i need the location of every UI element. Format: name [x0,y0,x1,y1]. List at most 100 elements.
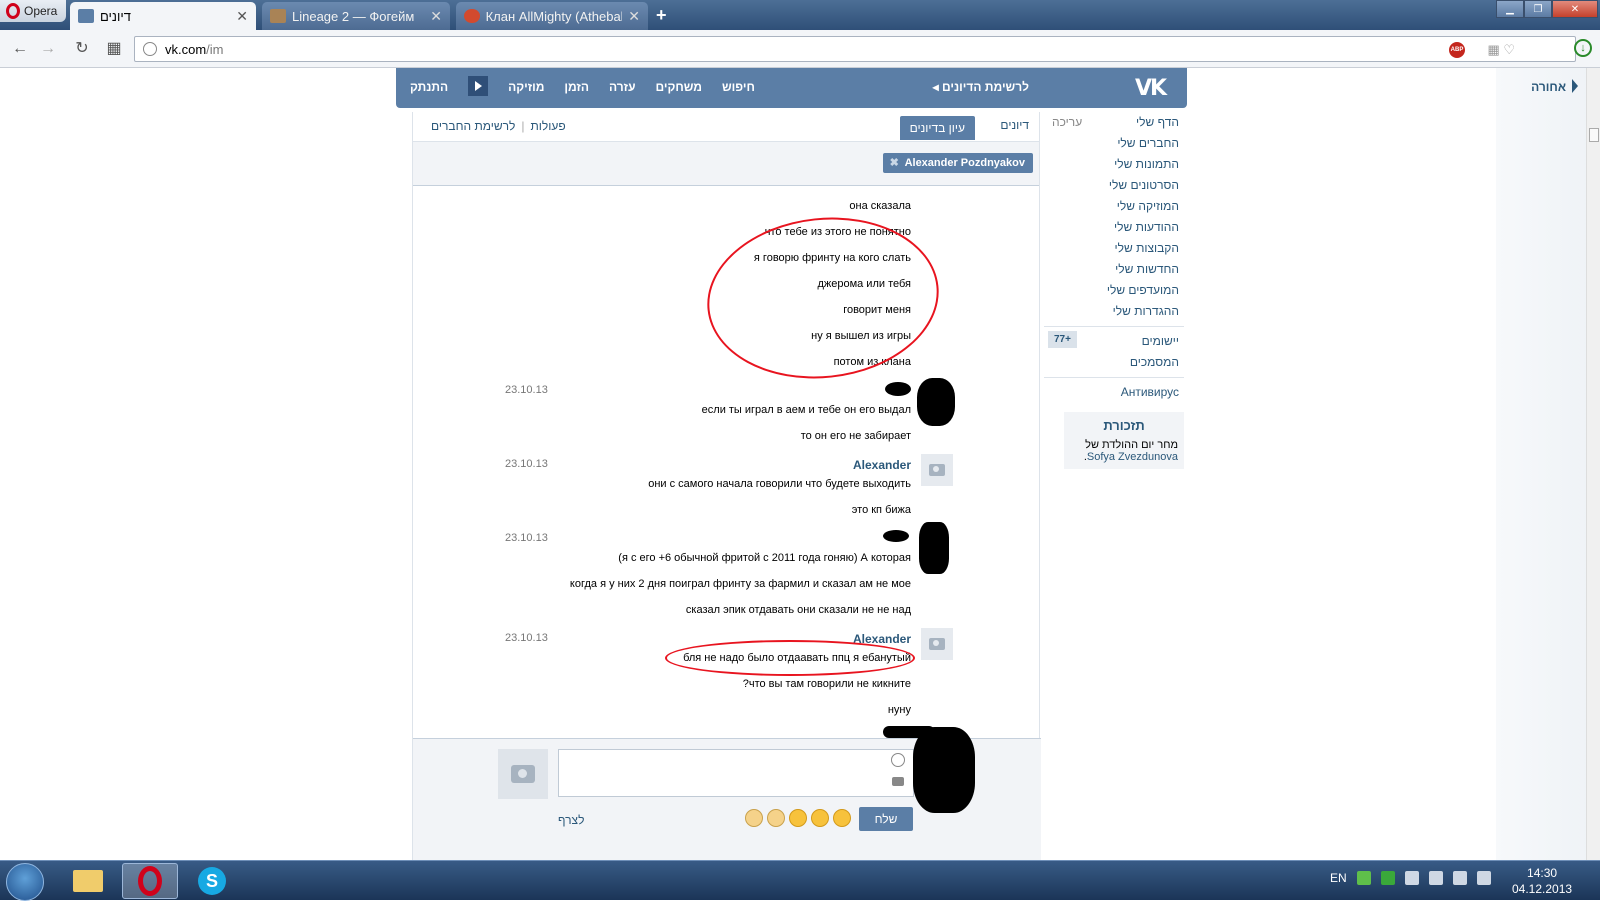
tray-app-icon[interactable] [1356,871,1371,885]
address-field[interactable]: vk.com/im ABP ▦ ♡ [134,36,1576,62]
taskbar-skype[interactable]: S [184,863,240,899]
tab-lineage[interactable]: Lineage 2 — Фогейм ✕ [262,2,450,30]
actions-link[interactable]: פעולות [531,119,566,133]
message-history[interactable]: она сказала что тебе из этого не понятно… [413,186,1041,738]
censor-scribble [917,378,955,426]
sidebar: עריכה הדף שלי החברים שלי התמונות שלי הסר… [1044,112,1184,403]
my-avatar[interactable] [498,749,548,799]
clock-time: 14:30 [1527,866,1558,880]
tired-face-icon[interactable] [789,809,807,827]
clock[interactable]: 14:30 04.12.2013 [1512,865,1572,897]
menu-games[interactable]: משחקים [655,80,702,96]
play-icon[interactable] [468,76,489,96]
reload-icon[interactable]: ↻ [72,39,92,59]
message-line: это кп бижа [851,504,911,516]
taskbar-opera[interactable] [122,863,178,899]
compose-area: שלח לצרף [413,727,1041,862]
network-icon[interactable] [1452,871,1467,885]
menu-search[interactable]: חיפוש [722,80,755,96]
attach-link[interactable]: לצרף [558,813,584,827]
minimize-icon[interactable]: ▁ [1496,0,1524,18]
message-line: они с самого начала говорили что будете … [648,478,911,490]
close-tab-icon[interactable]: ✕ [236,8,248,25]
opera-menu-button[interactable]: Opera [0,0,66,22]
power-icon[interactable] [1428,871,1443,885]
site-info-icon[interactable] [143,42,157,56]
tab-clan[interactable]: Клан AllMighty (Athebald ✕ [456,2,648,30]
opera-logo-icon [6,3,20,19]
message-input[interactable] [558,749,914,797]
tab-view-dialogs[interactable]: עיון בדיונים [899,116,975,140]
sidebar-item-videos[interactable]: הסרטונים שלי [1044,175,1184,196]
tab-dialogs[interactable]: דיונים ✕ [70,2,256,30]
message-date: 23.10.13 [505,532,548,544]
adblock-icon[interactable]: ABP [1449,42,1465,58]
forward-arrow-icon[interactable]: → [38,39,58,59]
close-tab-icon[interactable]: ✕ [628,8,640,25]
sidebar-item-music[interactable]: המוזיקה שלי [1044,196,1184,217]
reminder-name-link[interactable]: Sofya Zvezdunova [1087,451,1178,463]
tab-dialogs-list[interactable]: דיונים [1000,118,1029,132]
speed-dial-icon[interactable]: ▦ [104,39,124,59]
browser-tab-bar: Opera דיונים ✕ Lineage 2 — Фогейм ✕ Клан… [0,0,1600,30]
sender-name-link[interactable]: Alexander [853,458,911,472]
menu-help[interactable]: עזרה [609,80,635,96]
start-button[interactable] [6,863,44,901]
censor-scribble [913,727,975,813]
sidebar-item-bookmarks[interactable]: המועדפים שלי [1044,280,1184,301]
emoji-icon[interactable] [891,753,905,767]
sidebar-item-photos[interactable]: התמונות שלי [1044,154,1184,175]
scrollbar-thumb[interactable] [1589,128,1599,142]
page-scrollbar[interactable] [1586,68,1600,860]
remove-peer-icon[interactable]: ✖ [890,156,899,169]
sidebar-item-messages[interactable]: ההודעות שלי [1044,217,1184,238]
avatar[interactable] [921,454,953,486]
vk-logo-icon[interactable]: VK [1135,76,1171,101]
apps-count-badge[interactable]: +77 [1048,331,1077,348]
menu-invite[interactable]: הזמן [564,80,589,96]
browser-nav-bar: ← → ↻ ▦ vk.com/im ABP ▦ ♡ ↓ [0,30,1600,68]
back-arrow-icon[interactable]: ← [10,39,30,59]
clock-date: 04.12.2013 [1512,882,1573,896]
stash-heart-icon[interactable]: ▦ ♡ [1487,42,1515,58]
peer-chip[interactable]: ✖ Alexander Pozdnyakov [882,153,1033,173]
sidebar-divider [1044,326,1184,327]
ok-hand-icon[interactable] [767,809,785,827]
tray-sync-icon[interactable] [1380,871,1395,885]
sidebar-item-settings[interactable]: ההגדרות שלי [1044,301,1184,322]
sidebar-item-groups[interactable]: הקבוצות שלי [1044,238,1184,259]
sidebar-item-documents[interactable]: המסמכים [1044,352,1184,373]
language-indicator[interactable]: EN [1330,871,1347,885]
message-line: она сказала [849,200,911,212]
message-date: 23.10.13 [505,632,548,644]
window-controls: ▁ ❐ ✕ [1496,0,1598,18]
message-line: ?что вы там говорили не кикните [742,678,911,690]
friends-list-link[interactable]: לרשימת החברים [431,119,515,133]
close-tab-icon[interactable]: ✕ [430,8,442,25]
back-link[interactable]: אחורה [1531,79,1578,94]
sidebar-item-news[interactable]: החדשות שלי [1044,259,1184,280]
menu-logout[interactable]: התנתק [410,80,448,96]
back-to-dialogs-link[interactable]: ◂ לרשימת הדיונים [933,80,1029,94]
pointing-hand-icon[interactable] [745,809,763,827]
avatar[interactable] [921,628,953,660]
sidebar-item-antivirus[interactable]: Антивирус [1044,382,1184,403]
send-button[interactable]: שלח [859,807,913,831]
close-window-icon[interactable]: ✕ [1552,0,1598,18]
laughing-face-icon[interactable] [833,809,851,827]
sidebar-item-friends[interactable]: החברים שלי [1044,133,1184,154]
restore-icon[interactable]: ❐ [1524,0,1552,18]
camera-icon [929,464,945,476]
volume-icon[interactable] [1476,871,1491,885]
new-tab-icon[interactable]: + [656,5,667,26]
skype-icon: S [198,867,226,895]
sidebar-edit-link[interactable]: עריכה [1052,112,1082,133]
attach-photo-icon[interactable] [892,777,904,786]
back-panel[interactable]: אחורה [1496,68,1600,860]
smile-face-icon[interactable] [811,809,829,827]
tab-title: Lineage 2 — Фогейм [292,8,415,24]
action-center-flag-icon[interactable] [1404,871,1419,885]
taskbar-explorer[interactable] [60,863,116,899]
menu-music[interactable]: מוזיקה [508,80,544,96]
download-icon[interactable]: ↓ [1574,39,1592,57]
